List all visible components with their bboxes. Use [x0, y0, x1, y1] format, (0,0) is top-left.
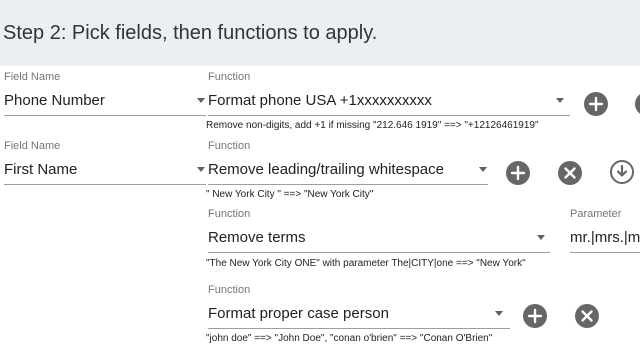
chevron-down-icon[interactable] [197, 98, 205, 103]
arrow-down-icon [616, 164, 628, 177]
function-label: Function [208, 71, 251, 83]
function-select-remove-terms[interactable]: Remove terms [208, 229, 528, 246]
field-name-label: Field Name [4, 71, 61, 83]
chevron-down-icon[interactable] [197, 167, 205, 172]
field-name-label: Field Name [4, 140, 61, 152]
function-description: "john doe" ==> "John Doe", "conan o'brie… [206, 333, 493, 344]
add-function-button[interactable] [584, 92, 608, 116]
function-description: " New York City " ==> "New York City" [206, 189, 374, 200]
close-icon [581, 310, 593, 322]
field-name-underline [4, 115, 206, 116]
function-label: Function [208, 208, 251, 220]
page-title: Step 2: Pick fields, then functions to a… [3, 22, 378, 44]
function-label: Function [208, 140, 251, 152]
remove-function-button[interactable] [635, 92, 640, 116]
remove-function-button[interactable] [558, 161, 582, 185]
move-down-button[interactable] [610, 160, 634, 184]
function-description: "The New York City ONE" with parameter T… [206, 258, 526, 269]
chevron-down-icon[interactable] [479, 167, 487, 172]
step-header: Step 2: Pick fields, then functions to a… [0, 0, 640, 66]
function-underline [208, 328, 510, 329]
chevron-down-icon[interactable] [556, 98, 564, 103]
chevron-down-icon[interactable] [495, 311, 503, 316]
field-name-underline [4, 184, 206, 185]
function-label: Function [208, 284, 251, 296]
parameter-input[interactable]: mr.|mrs.|m [570, 229, 640, 246]
function-description: Remove non-digits, add +1 if missing "21… [206, 120, 539, 131]
parameter-label: Parameter [570, 208, 622, 220]
close-icon [564, 167, 576, 179]
function-select-whitespace[interactable]: Remove leading/trailing whitespace [208, 161, 478, 178]
remove-function-button[interactable] [575, 304, 599, 328]
parameter-underline [570, 252, 640, 253]
add-icon [588, 96, 604, 112]
field-name-select-first-name[interactable]: First Name [4, 161, 194, 178]
add-function-button[interactable] [506, 161, 530, 185]
function-underline [208, 184, 488, 185]
function-select-phone[interactable]: Format phone USA +1xxxxxxxxxx [208, 92, 548, 109]
function-underline [208, 252, 550, 253]
function-underline [208, 115, 570, 116]
chevron-down-icon[interactable] [537, 235, 545, 240]
add-function-button[interactable] [523, 304, 547, 328]
function-select-proper-case[interactable]: Format proper case person [208, 305, 488, 322]
add-icon [527, 308, 543, 324]
field-name-select-phone[interactable]: Phone Number [4, 92, 194, 109]
add-icon [510, 165, 526, 181]
